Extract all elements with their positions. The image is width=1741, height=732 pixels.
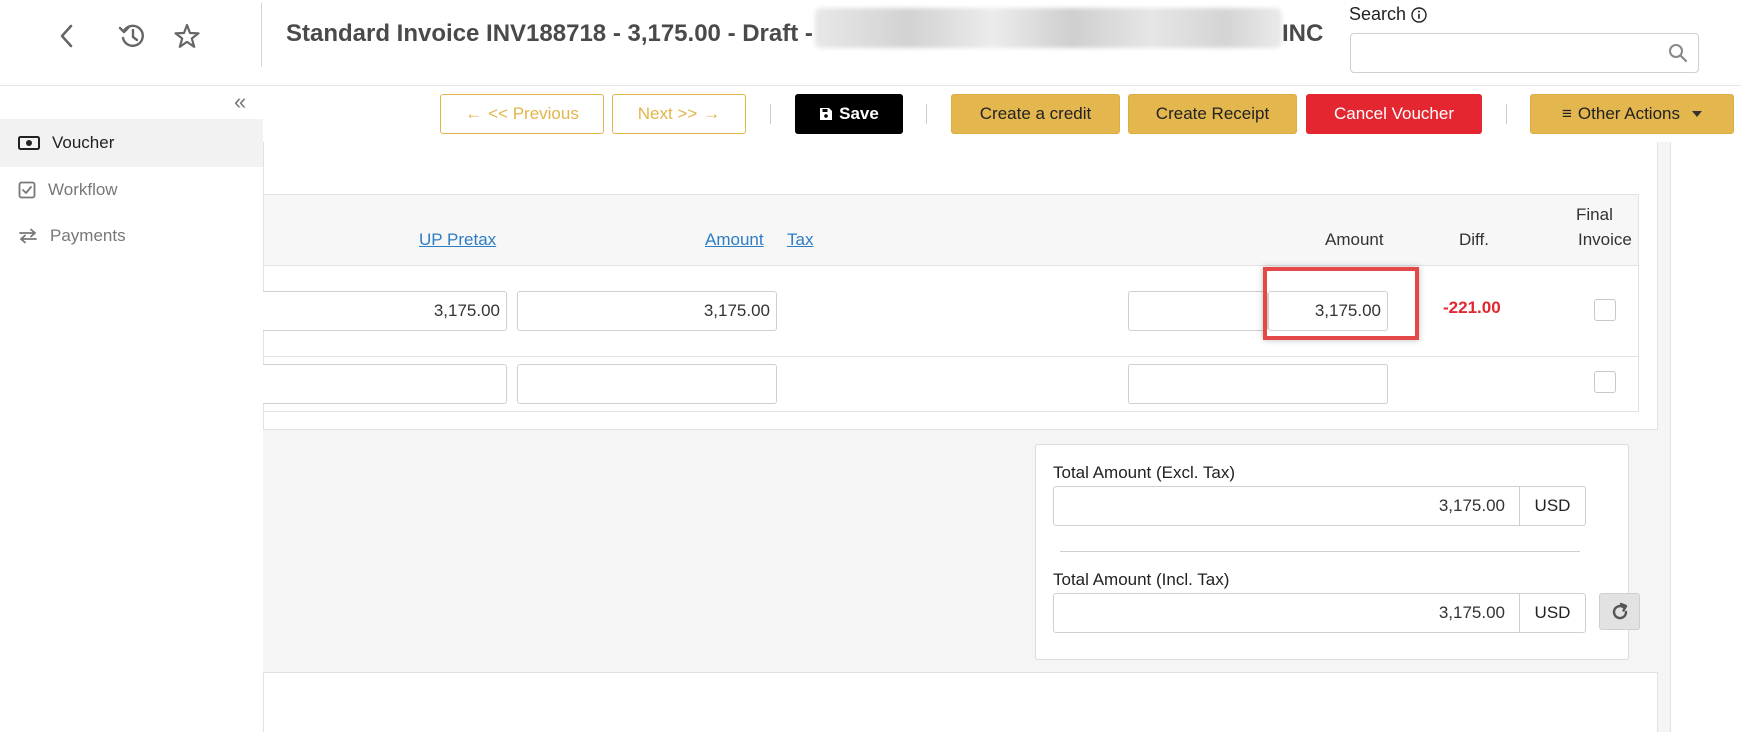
back-chevron-icon[interactable] [50, 20, 82, 52]
final-invoice-checkbox[interactable] [1594, 299, 1616, 321]
previous-button-label: << Previous [488, 104, 579, 123]
column-header-final-invoice-line2: Invoice [1578, 230, 1632, 249]
refresh-button[interactable] [1599, 593, 1640, 630]
toolbar-divider [770, 104, 771, 124]
next-button[interactable]: Next >> → [612, 94, 746, 134]
total-incl-tax-field[interactable]: 3,175.00 [1053, 593, 1520, 633]
column-header-final-invoice-line1: Final [1576, 205, 1613, 224]
toolbar-divider [926, 104, 927, 124]
column-header-diff: Diff. [1459, 230, 1489, 249]
collapse-sidebar-icon[interactable]: « [234, 91, 246, 113]
currency-unit: USD [1520, 486, 1586, 526]
search-input[interactable] [1359, 34, 1663, 72]
secondary-field[interactable] [1128, 291, 1268, 331]
next-button-label: Next >> [637, 104, 698, 123]
right-side-panel [1670, 142, 1741, 732]
search-field[interactable] [1350, 33, 1699, 73]
arrow-right-icon: → [703, 104, 721, 123]
sidebar-item-label: Workflow [48, 180, 118, 199]
history-icon[interactable] [116, 20, 148, 52]
refresh-icon [1612, 602, 1627, 619]
sidebar-item-voucher[interactable]: Voucher [0, 119, 263, 167]
total-excl-tax-field[interactable]: 3,175.00 [1053, 486, 1520, 526]
arrow-left-icon: ← [465, 104, 483, 123]
checkbox-icon [18, 181, 36, 199]
column-header-amount[interactable]: Amount [705, 230, 764, 250]
up-pretax-field[interactable]: 3,175.00 [263, 291, 507, 331]
create-receipt-label: Create Receipt [1155, 104, 1270, 123]
create-receipt-button[interactable]: Create Receipt [1128, 94, 1297, 134]
diff-value: -221.00 [1443, 298, 1501, 317]
currency-unit: USD [1520, 593, 1586, 633]
final-invoice-checkbox[interactable] [1594, 371, 1616, 393]
column-header-tax[interactable]: Tax [787, 230, 813, 250]
redacted-customer-name [815, 8, 1282, 48]
column-header-amount-2: Amount [1325, 230, 1384, 249]
other-actions-dropdown[interactable]: ≡ Other Actions [1530, 94, 1734, 134]
save-button-label: Save [839, 104, 879, 123]
page-title: Standard Invoice INV188718 - 3,175.00 - … [286, 20, 813, 47]
caret-down-icon [1691, 111, 1702, 117]
row-divider [263, 356, 1639, 357]
search-icon[interactable] [1668, 43, 1688, 63]
column-header-up-pretax[interactable]: UP Pretax [419, 230, 496, 250]
create-credit-button[interactable]: Create a credit [951, 94, 1120, 134]
secondary-field[interactable] [1128, 364, 1388, 404]
sidebar-item-label: Voucher [52, 133, 115, 152]
transfer-icon [19, 228, 37, 244]
sidebar-item-workflow[interactable]: Workflow [0, 166, 263, 214]
amount-field[interactable] [517, 364, 777, 404]
bottom-panel [263, 672, 1658, 732]
sidebar-item-label: Payments [50, 226, 126, 245]
save-button[interactable]: Save [795, 94, 903, 134]
totals-divider [1060, 551, 1580, 552]
total-excl-tax-label: Total Amount (Excl. Tax) [1053, 463, 1236, 482]
page-title-suffix: INC [1282, 20, 1324, 47]
highlight-box [1263, 267, 1419, 340]
toolbar-divider [1506, 104, 1507, 124]
previous-button[interactable]: ← << Previous [440, 94, 604, 134]
sidebar-item-payments[interactable]: Payments [0, 212, 263, 260]
other-actions-label: Other Actions [1577, 104, 1680, 123]
menu-icon: ≡ [1562, 104, 1572, 123]
amount-field[interactable]: 3,175.00 [517, 291, 777, 331]
create-credit-label: Create a credit [979, 104, 1092, 123]
info-icon [1411, 6, 1427, 23]
save-icon [820, 108, 833, 120]
favorite-star-icon[interactable] [171, 20, 203, 52]
search-label-text: Search [1349, 4, 1407, 24]
total-incl-tax-label: Total Amount (Incl. Tax) [1053, 570, 1230, 589]
cancel-voucher-button[interactable]: Cancel Voucher [1306, 94, 1482, 134]
header-divider [261, 3, 262, 67]
search-label: Search [1349, 4, 1427, 25]
up-pretax-field[interactable] [263, 364, 507, 404]
cancel-voucher-label: Cancel Voucher [1333, 104, 1455, 123]
voucher-icon [18, 136, 40, 150]
